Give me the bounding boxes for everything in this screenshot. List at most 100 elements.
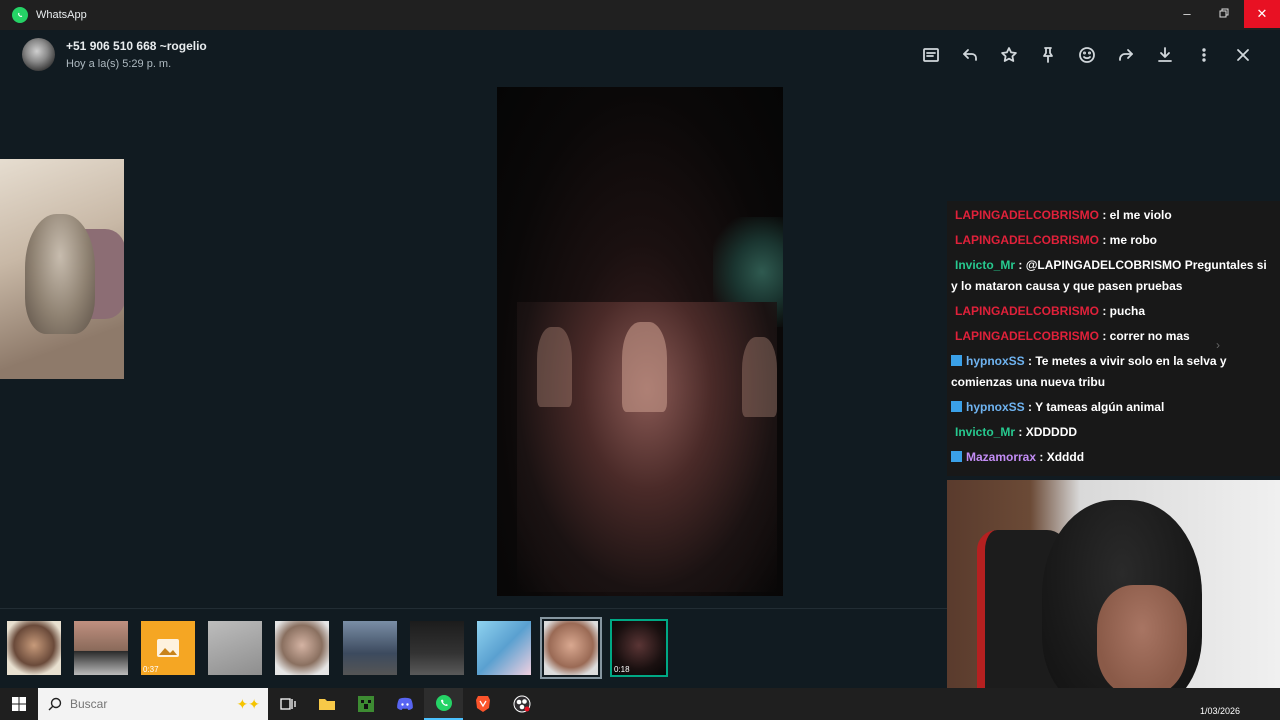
reply-icon bbox=[962, 49, 977, 61]
thumbnail[interactable] bbox=[208, 621, 262, 675]
chat-username: LAPINGADELCOBRISMO bbox=[955, 304, 1099, 318]
download-icon bbox=[1157, 47, 1172, 62]
thumbnail[interactable] bbox=[410, 621, 464, 675]
restore-icon bbox=[1219, 8, 1229, 18]
duration-badge: 0:37 bbox=[143, 665, 159, 674]
chat-username: LAPINGADELCOBRISMO bbox=[955, 233, 1099, 247]
minecraft-icon bbox=[357, 696, 374, 712]
pin-icon bbox=[1042, 47, 1053, 63]
video-figure bbox=[537, 327, 572, 407]
close-icon bbox=[1236, 49, 1249, 61]
message-icon bbox=[922, 48, 939, 62]
stream-chat-overlay: LAPINGADELCOBRISMO : el me violo LAPINGA… bbox=[947, 201, 1280, 476]
obs-icon bbox=[513, 695, 530, 713]
cat-image bbox=[25, 214, 95, 334]
obs-button[interactable] bbox=[502, 688, 541, 720]
chat-message: LAPINGADELCOBRISMO : el me violo bbox=[951, 203, 1276, 228]
chat-text: : Y tameas algún animal bbox=[1028, 400, 1165, 414]
taskbar-search[interactable]: ✦✦ bbox=[38, 688, 268, 720]
chat-text: : pucha bbox=[1102, 304, 1146, 318]
chat-message: Invicto_Mr : @LAPINGADELCOBRISMO Pregunt… bbox=[951, 253, 1276, 299]
chat-text: : me robo bbox=[1102, 233, 1158, 247]
react-button[interactable] bbox=[1067, 42, 1106, 68]
chat-username: LAPINGADELCOBRISMO bbox=[955, 329, 1099, 343]
taskbar-date[interactable]: 1/03/2026 bbox=[1200, 706, 1240, 716]
windows-taskbar: ✦✦ 1/03/2026 bbox=[0, 688, 1280, 720]
chat-username: hypnoxSS bbox=[966, 354, 1025, 368]
chat-message: LAPINGADELCOBRISMO : correr no mas bbox=[951, 324, 1276, 349]
chat-message: hypnoxSS : Y tameas algún animal bbox=[951, 395, 1276, 420]
chat-username: Invicto_Mr bbox=[955, 258, 1016, 272]
chat-text: : XDDDDD bbox=[1018, 425, 1078, 439]
star-button[interactable] bbox=[989, 42, 1028, 68]
thumbnail[interactable]: 0:37 bbox=[141, 621, 195, 675]
streamer-face bbox=[1097, 585, 1187, 695]
minecraft-button[interactable] bbox=[346, 688, 385, 720]
reply-button[interactable] bbox=[950, 42, 989, 68]
thumbnail[interactable] bbox=[540, 617, 602, 679]
webcam-overlay-cat bbox=[0, 159, 124, 379]
thumbnail[interactable] bbox=[343, 621, 397, 675]
video-figure bbox=[742, 337, 777, 417]
thumbnail[interactable] bbox=[477, 621, 531, 675]
discord-button[interactable] bbox=[385, 688, 424, 720]
brave-button[interactable] bbox=[463, 688, 502, 720]
forward-button[interactable] bbox=[1106, 42, 1145, 68]
thumbnail[interactable] bbox=[7, 621, 61, 675]
chat-message: Mazamorrax : Xdddd bbox=[951, 445, 1276, 470]
sparkle-icon: ✦✦ bbox=[236, 695, 260, 712]
app-title: WhatsApp bbox=[36, 9, 87, 21]
file-explorer-button[interactable] bbox=[307, 688, 346, 720]
whatsapp-logo-icon bbox=[12, 7, 28, 23]
close-viewer-button[interactable] bbox=[1223, 42, 1262, 68]
duration-badge: 0:18 bbox=[614, 665, 630, 674]
task-view-button[interactable] bbox=[268, 688, 307, 720]
start-button[interactable] bbox=[0, 688, 38, 720]
viewer-header: +51 906 510 668 ~rogelio Hoy a la(s) 5:2… bbox=[0, 30, 1280, 82]
more-options-button[interactable] bbox=[1184, 42, 1223, 68]
forward-icon bbox=[1118, 49, 1133, 61]
minimize-icon: – bbox=[1183, 5, 1191, 21]
minimize-button[interactable]: – bbox=[1168, 0, 1206, 26]
sender-name[interactable]: +51 906 510 668 ~rogelio bbox=[66, 39, 207, 53]
download-button[interactable] bbox=[1145, 42, 1184, 68]
folder-icon bbox=[318, 699, 335, 710]
video-figure bbox=[622, 322, 667, 412]
close-icon: ✕ bbox=[1256, 6, 1268, 21]
image-icon bbox=[157, 639, 179, 657]
maximize-button[interactable] bbox=[1205, 0, 1243, 26]
chat-username: Mazamorrax bbox=[966, 450, 1037, 464]
viewer-toolbar bbox=[911, 42, 1262, 68]
whatsapp-icon bbox=[435, 695, 452, 711]
discord-icon bbox=[396, 697, 413, 710]
chat-message: LAPINGADELCOBRISMO : me robo bbox=[951, 228, 1276, 253]
chat-username: hypnoxSS bbox=[966, 400, 1025, 414]
search-icon bbox=[48, 697, 62, 711]
chat-username: LAPINGADELCOBRISMO bbox=[955, 208, 1099, 222]
thumbnail[interactable] bbox=[275, 621, 329, 675]
chat-badge-icon bbox=[951, 355, 962, 366]
chat-username: Invicto_Mr bbox=[955, 425, 1016, 439]
whatsapp-taskbar-button[interactable] bbox=[424, 688, 463, 720]
window-titlebar: WhatsApp – ✕ bbox=[0, 0, 1280, 30]
windows-logo-icon bbox=[12, 697, 26, 711]
thumbnail[interactable] bbox=[74, 621, 128, 675]
pin-button[interactable] bbox=[1028, 42, 1067, 68]
thumbnail-current[interactable]: 0:18 bbox=[610, 619, 668, 677]
close-window-button[interactable]: ✕ bbox=[1244, 0, 1280, 28]
webcam-overlay-streamer bbox=[947, 480, 1280, 708]
chat-text: : Xdddd bbox=[1039, 450, 1085, 464]
chat-badge-icon bbox=[951, 451, 962, 462]
emoji-icon bbox=[1078, 47, 1095, 63]
chat-badge-icon bbox=[951, 401, 962, 412]
chevron-right-icon: › bbox=[1216, 338, 1220, 352]
sender-time: Hoy a la(s) 5:29 p. m. bbox=[66, 58, 172, 70]
avatar[interactable] bbox=[22, 38, 55, 71]
chat-message: hypnoxSS : Te metes a vivir solo en la s… bbox=[951, 349, 1276, 395]
search-input[interactable] bbox=[70, 697, 210, 711]
brave-lion-icon bbox=[475, 696, 490, 712]
chat-message: LAPINGADELCOBRISMO : pucha bbox=[951, 299, 1276, 324]
go-to-message-button[interactable] bbox=[911, 42, 950, 68]
task-view-icon bbox=[279, 698, 296, 710]
media-video[interactable] bbox=[497, 87, 783, 596]
